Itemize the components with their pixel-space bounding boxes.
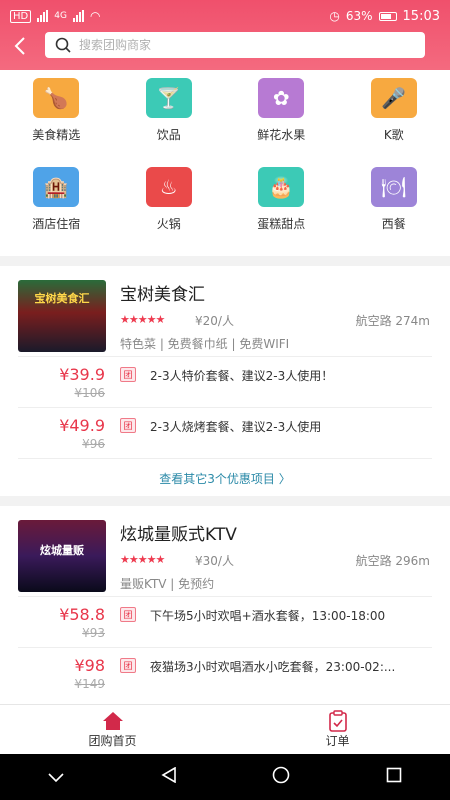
nav-home-button[interactable] — [261, 766, 301, 789]
hide-nav-button[interactable] — [36, 767, 76, 788]
tab-label: 团购首页 — [88, 734, 137, 748]
back-button[interactable] — [0, 32, 40, 60]
signal2-icon — [72, 10, 84, 22]
chevron-down-icon — [48, 772, 64, 782]
category-label: 鲜花水果 — [257, 128, 306, 142]
chevron-left-icon — [14, 37, 25, 55]
group-deal-badge: 团 — [120, 607, 136, 622]
western-food-icon: 🍽 — [370, 167, 417, 207]
net-gen-label: 4G — [54, 11, 67, 21]
microphone-icon: 🎤 — [370, 78, 417, 118]
category-hotel[interactable]: 🏨 酒店住宿 — [0, 167, 113, 253]
category-hotpot[interactable]: ♨ 火锅 — [113, 167, 226, 253]
wifi-icon: ◠ — [89, 9, 101, 23]
drink-icon: 🍸 — [145, 78, 192, 118]
rating-stars-icon: ★★★★★ — [120, 553, 165, 566]
network-label: HD — [10, 9, 32, 23]
price-per-person: ¥20/人 — [195, 314, 234, 328]
category-drink[interactable]: 🍸 饮品 — [113, 78, 226, 164]
shop-thumbnail: 炫城量贩 — [18, 520, 106, 592]
order-icon — [328, 710, 347, 732]
cake-icon: 🎂 — [258, 167, 305, 207]
category-label: 西餐 — [381, 217, 406, 231]
deal-price: ¥39.9 — [59, 365, 105, 384]
category-label: K歌 — [383, 128, 404, 142]
deal-row[interactable]: ¥98 ¥149 团 夜猫场3小时欢唱酒水小吃套餐，23:00-02:... — [0, 648, 450, 698]
deal-price: ¥98 — [74, 656, 105, 675]
nav-recent-button[interactable] — [374, 767, 414, 788]
deal-original-price: ¥149 — [74, 677, 105, 691]
home-icon — [102, 712, 123, 730]
deal-description: 2-3人特价套餐、建议2-3人使用！ — [150, 369, 334, 383]
battery-percent: 63% — [345, 9, 373, 23]
food-icon: 🍗 — [33, 78, 80, 118]
category-label: 美食精选 — [32, 128, 81, 142]
clock: 15:03 — [402, 8, 440, 24]
deal-description: 下午场5小时欢唱+酒水套餐，13:00-18:00 — [150, 609, 386, 623]
deal-price: ¥58.8 — [59, 605, 105, 624]
hotel-icon: 🏨 — [33, 167, 80, 207]
header: HD 4G ◠ ◷ 63% 15:03 — [0, 0, 450, 70]
circle-home-icon — [272, 766, 290, 783]
tab-orders[interactable]: 订单 — [225, 705, 450, 754]
category-flower[interactable]: ✿ 鲜花水果 — [225, 78, 338, 164]
category-label: 酒店住宿 — [32, 217, 81, 231]
battery-icon — [378, 11, 397, 21]
search-input[interactable] — [79, 38, 379, 52]
search-icon — [55, 37, 71, 53]
deal-row[interactable]: ¥58.8 ¥93 团 下午场5小时欢唱+酒水套餐，13:00-18:00 — [0, 597, 450, 647]
group-deal-badge: 团 — [120, 367, 136, 382]
category-ktv[interactable]: 🎤 K歌 — [338, 78, 450, 164]
square-recent-icon — [386, 767, 402, 782]
tab-label: 订单 — [325, 734, 350, 748]
shop-name: 炫城量贩式KTV — [120, 525, 237, 545]
shop-header[interactable]: 炫城量贩 炫城量贩式KTV ★★★★★ ¥30/人 航空路 296m 量贩KTV… — [0, 506, 450, 596]
shop-sign: 宝树美食汇 — [34, 292, 90, 305]
group-deal-badge: 团 — [120, 418, 136, 433]
category-western[interactable]: 🍽 西餐 — [338, 167, 450, 253]
shop-name: 宝树美食汇 — [120, 285, 205, 305]
group-deal-badge: 团 — [120, 658, 136, 673]
shop-header[interactable]: 宝树美食汇 宝树美食汇 ★★★★★ ¥20/人 航空路 274m 特色菜 | 免… — [0, 266, 450, 356]
flower-icon: ✿ — [258, 78, 305, 118]
distance: 航空路 296m — [355, 554, 430, 568]
category-grid: 🍗 美食精选 🍸 饮品 ✿ 鲜花水果 🎤 K歌 🏨 酒店住宿 ♨ 火锅 🎂 蛋糕… — [0, 70, 450, 256]
hotpot-icon: ♨ — [145, 167, 192, 207]
shop-card: 宝树美食汇 宝树美食汇 ★★★★★ ¥20/人 航空路 274m 特色菜 | 免… — [0, 266, 450, 496]
deal-row[interactable]: ¥39.9 ¥106 团 2-3人特价套餐、建议2-3人使用！ — [0, 357, 450, 407]
bottom-tab-bar: 团购首页 订单 — [0, 704, 450, 754]
status-bar: HD 4G ◠ ◷ 63% 15:03 — [0, 0, 450, 32]
search-bar[interactable] — [45, 32, 425, 58]
triangle-back-icon — [161, 766, 176, 783]
more-deals-link[interactable]: 查看其它3个优惠项目 〉 — [0, 459, 450, 497]
category-label: 火锅 — [156, 217, 181, 231]
deal-description: 夜猫场3小时欢唱酒水小吃套餐，23:00-02:... — [150, 660, 396, 674]
shop-tags: 量贩KTV | 免预约 — [120, 577, 215, 591]
deal-original-price: ¥93 — [82, 626, 105, 640]
price-per-person: ¥30/人 — [195, 554, 234, 568]
nav-back-button[interactable] — [149, 766, 189, 788]
shop-sign: 炫城量贩 — [40, 544, 84, 557]
alarm-icon: ◷ — [329, 9, 340, 23]
shop-tags: 特色菜 | 免费餐巾纸 | 免费WIFI — [120, 337, 290, 351]
distance: 航空路 274m — [355, 314, 430, 328]
tab-home[interactable]: 团购首页 — [0, 705, 225, 754]
category-label: 饮品 — [156, 128, 181, 142]
category-cake[interactable]: 🎂 蛋糕甜点 — [225, 167, 338, 253]
system-nav-bar — [0, 754, 450, 800]
deal-original-price: ¥106 — [74, 386, 105, 400]
shop-card: 炫城量贩 炫城量贩式KTV ★★★★★ ¥30/人 航空路 296m 量贩KTV… — [0, 506, 450, 704]
category-label: 蛋糕甜点 — [257, 217, 306, 231]
signal-icon — [37, 10, 49, 22]
rating-stars-icon: ★★★★★ — [120, 313, 165, 326]
deal-row[interactable]: ¥49.9 ¥96 团 2-3人烧烤套餐、建议2-3人使用 — [0, 408, 450, 458]
deal-price: ¥49.9 — [59, 416, 105, 435]
deal-description: 2-3人烧烤套餐、建议2-3人使用 — [150, 420, 322, 434]
deal-original-price: ¥96 — [82, 437, 105, 451]
shop-thumbnail: 宝树美食汇 — [18, 280, 106, 352]
category-food[interactable]: 🍗 美食精选 — [0, 78, 113, 164]
